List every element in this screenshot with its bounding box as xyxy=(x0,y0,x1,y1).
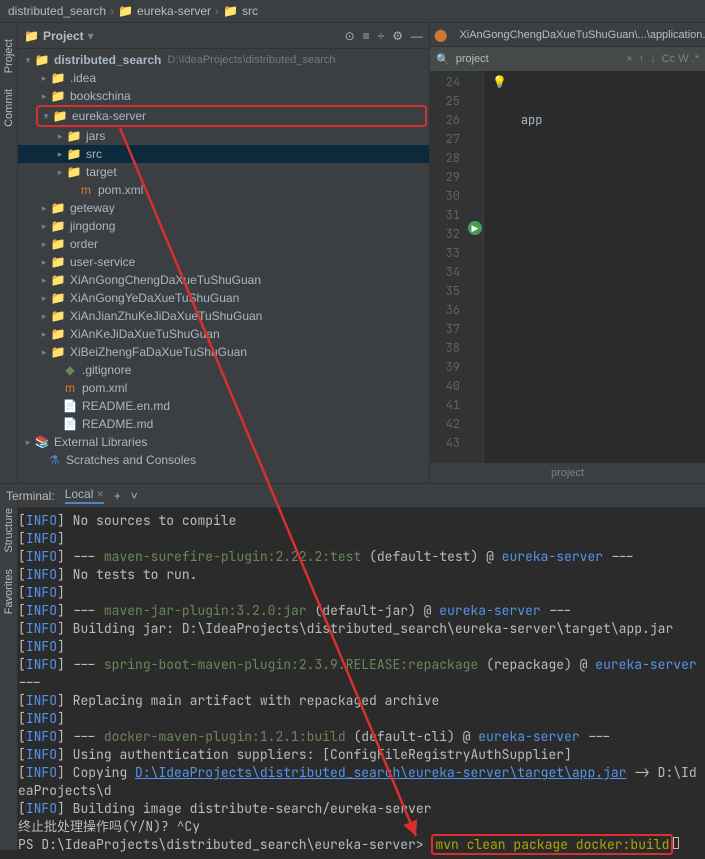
tree-root[interactable]: ▾📁distributed_searchD:\IdeaProjects\dist… xyxy=(18,51,429,69)
tab-commit[interactable]: Commit xyxy=(1,81,17,135)
collapse-icon[interactable]: ÷ xyxy=(378,29,385,43)
tree-item-geteway[interactable]: ▸📁geteway xyxy=(18,199,429,217)
tab-project[interactable]: Project xyxy=(1,31,17,81)
project-icon: 📁 xyxy=(24,29,39,43)
breadcrumb-root[interactable]: distributed_search xyxy=(8,4,106,18)
editor-breadcrumb-footer: project xyxy=(430,463,705,483)
project-tool-window: 📁 Project ▾ ⊙ ≡ ÷ ⚙ — ▾📁distributed_sear… xyxy=(18,23,430,483)
search-input[interactable] xyxy=(456,53,621,65)
close-icon[interactable]: × xyxy=(97,487,104,501)
tree-external-libs[interactable]: ▸📚External Libraries xyxy=(18,433,429,451)
close-search-icon[interactable]: × xyxy=(626,53,632,65)
terminal-tool-window: Terminal: Local × + ˅ [INFO] No sources … xyxy=(0,483,705,858)
next-match-icon[interactable]: ↓ xyxy=(650,53,656,65)
tree-item[interactable]: ▸📁XiAnKeJiDaXueTuShuGuan xyxy=(18,325,429,343)
tree-item-pom[interactable]: mpom.xml xyxy=(18,181,429,199)
tree-item-user-service[interactable]: ▸📁user-service xyxy=(18,253,429,271)
tree-item-jingdong[interactable]: ▸📁jingdong xyxy=(18,217,429,235)
chevron-right-icon: › xyxy=(110,4,114,18)
editor-tab[interactable]: XiAnGongChengDaXueTuShuGuan\...\applicat… xyxy=(451,25,705,45)
add-terminal-icon[interactable]: + xyxy=(114,489,121,503)
tab-structure[interactable]: Structure xyxy=(1,500,17,561)
chevron-right-icon: › xyxy=(215,4,219,18)
breadcrumb-leaf[interactable]: src xyxy=(242,4,258,18)
search-icon: 🔍 xyxy=(436,53,450,66)
tree-scratches[interactable]: ⚗Scratches and Consoles xyxy=(18,451,429,469)
gear-icon[interactable]: ⚙ xyxy=(392,29,403,43)
terminal-tab-local[interactable]: Local × xyxy=(65,487,104,504)
search-options[interactable]: Cc W .* xyxy=(662,53,699,65)
prev-match-icon[interactable]: ↑ xyxy=(639,53,645,65)
project-tree[interactable]: ▾📁distributed_searchD:\IdeaProjects\dist… xyxy=(18,49,429,483)
tree-item-target[interactable]: ▸📁target xyxy=(18,163,429,181)
tree-item-jars[interactable]: ▸📁jars xyxy=(18,127,429,145)
left-tool-tabs: Project Commit xyxy=(0,23,18,483)
breadcrumb: distributed_search › 📁 eureka-server › 📁… xyxy=(0,0,705,23)
dropdown-icon[interactable]: ▾ xyxy=(88,29,94,43)
tree-item-readme[interactable]: 📄README.md xyxy=(18,415,429,433)
hide-icon[interactable]: — xyxy=(411,29,423,43)
locate-icon[interactable]: ⊙ xyxy=(345,29,355,43)
line-gutter: 2425262728293031323334353637383940414243 xyxy=(430,71,466,463)
terminal-output[interactable]: [INFO] No sources to compile [INFO] [INF… xyxy=(0,508,705,858)
tree-item-root-pom[interactable]: mpom.xml xyxy=(18,379,429,397)
file-icon: ⬤ xyxy=(434,28,447,42)
breadcrumb-mid[interactable]: eureka-server xyxy=(137,4,211,18)
editor: ⬤ XiAnGongChengDaXueTuShuGuan\...\applic… xyxy=(430,23,705,483)
tree-item-eureka-server[interactable]: ▾📁eureka-server xyxy=(38,107,425,125)
tree-item-readme-en[interactable]: 📄README.en.md xyxy=(18,397,429,415)
tree-item-gitignore[interactable]: ◆.gitignore xyxy=(18,361,429,379)
tree-item[interactable]: ▸📁XiAnGongYeDaXueTuShuGuan xyxy=(18,289,429,307)
tree-item[interactable]: ▸📁XiAnGongChengDaXueTuShuGuan xyxy=(18,271,429,289)
gutter-icons: ▶ xyxy=(466,71,484,463)
tab-favorites[interactable]: Favorites xyxy=(1,561,17,622)
tree-item-idea[interactable]: ▸📁.idea xyxy=(18,69,429,87)
expand-icon[interactable]: ≡ xyxy=(363,29,370,43)
code-editor[interactable]: 💡 app xyxy=(484,71,705,463)
tree-item[interactable]: ▸📁XiBeiZhengFaDaXueTuShuGuan xyxy=(18,343,429,361)
run-icon[interactable]: ▶ xyxy=(468,221,482,235)
folder-icon: 📁 xyxy=(118,4,133,18)
tree-item[interactable]: ▸📁XiAnJianZhuKeJiDaXueTuShuGuan xyxy=(18,307,429,325)
terminal-dropdown-icon[interactable]: ˅ xyxy=(131,489,138,503)
tree-item-order[interactable]: ▸📁order xyxy=(18,235,429,253)
tree-item-bookschina[interactable]: ▸📁bookschina xyxy=(18,87,429,105)
left-tool-tabs-bottom: Structure Favorites xyxy=(0,500,18,850)
project-panel-title[interactable]: Project xyxy=(43,29,84,43)
folder-icon: 📁 xyxy=(223,4,238,18)
editor-search-bar: 🔍 × ↑ ↓ Cc W .* xyxy=(430,47,705,71)
tree-item-src[interactable]: ▸📁src xyxy=(18,145,429,163)
